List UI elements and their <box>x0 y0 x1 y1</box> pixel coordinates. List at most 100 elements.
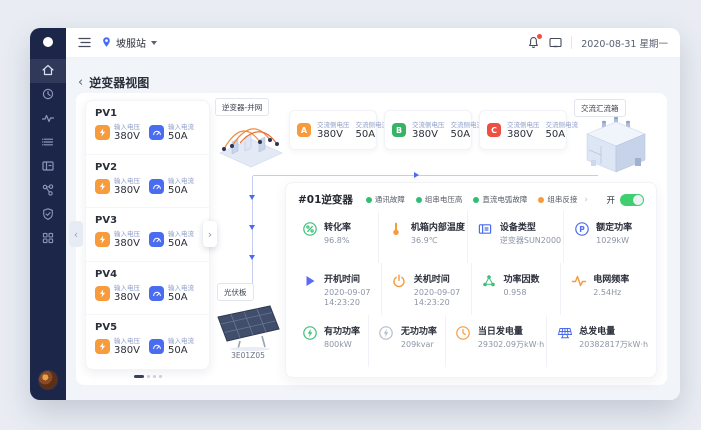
pv-current-value: 50A <box>168 291 188 303</box>
sidebar-item-apps[interactable] <box>30 227 66 251</box>
phase-b-badge: B <box>392 123 406 137</box>
metric-row: 开机时间 2020-09-07 14:23:20 关机时间 2020-09-07 14:… <box>286 263 656 315</box>
detail-header: #01逆变器 通讯故障 组串电压高 直流电弧故障 组串反接 › 开 <box>286 183 656 211</box>
metric-rated-power: P 额定功率 1029kW <box>563 211 650 263</box>
pv-voltage-label: 输入电压 <box>114 283 140 292</box>
metric-title: 电网频率 <box>593 275 630 285</box>
main-content: ‹ 逆变器视图 PV1 输入电压 380V 输入电流 50A PV2 输入电压 … <box>66 58 680 400</box>
sidebar-item-devices[interactable] <box>30 155 66 179</box>
metric-device-type: 设备类型 逆变器SUN2000 <box>466 211 563 263</box>
sidebar-item-home[interactable] <box>30 59 66 83</box>
list-item-pv4[interactable]: PV4 输入电压 380V 输入电流 50A <box>86 262 209 315</box>
metric-shutdown-time: 关机时间 2020-09-07 14:23:20 <box>380 263 471 315</box>
bolt-circle-gray-icon <box>378 324 395 367</box>
notification-badge <box>537 34 543 39</box>
metric-title: 无功功率 <box>400 327 437 337</box>
flow-arrow-down <box>249 195 255 200</box>
hamburger-menu-icon[interactable] <box>78 33 91 52</box>
pv-current-label: 输入电流 <box>168 337 194 345</box>
metric-total-generation: 总发电量 20382817万kW·h <box>546 315 650 367</box>
metric-title: 关机时间 <box>413 275 450 285</box>
status-item: 通讯故障 <box>365 194 405 205</box>
ac-voltage-value: 380V <box>412 128 438 140</box>
metric-title: 机箱内部温度 <box>410 223 465 233</box>
page-dot[interactable] <box>152 375 156 378</box>
svg-text:P: P <box>579 225 585 234</box>
metric-title: 有功功率 <box>324 327 361 337</box>
page-dot[interactable] <box>158 375 162 378</box>
solar-panel-icon <box>556 324 573 367</box>
status-legend: 通讯故障 组串电压高 直流电弧故障 组串反接 <box>365 194 577 205</box>
power-off-icon <box>391 272 408 315</box>
list-item-pv1[interactable]: PV1 输入电压 380V 输入电流 50A <box>86 101 209 155</box>
pv-voltage-value: 380V <box>114 345 140 356</box>
voltage-bolt-icon <box>95 232 110 247</box>
pv-panel-illustration <box>210 303 286 355</box>
ac-voltage-value: 380V <box>507 128 533 140</box>
sidebar-item-list[interactable] <box>30 131 66 155</box>
combiner-box-illustration <box>573 114 659 182</box>
carousel-next-button[interactable]: › <box>203 221 217 247</box>
topbar-right: 2020-08-31 星期一 <box>527 33 668 52</box>
status-label: 通讯故障 <box>374 195 405 204</box>
phase-c-card: C 交流侧电压 380V 交流侧电流 50A <box>479 110 578 150</box>
user-avatar[interactable] <box>38 370 58 390</box>
dc-connection-line <box>252 176 253 294</box>
pv-voltage-value: 380V <box>114 291 140 303</box>
sidebar-item-monitoring[interactable] <box>30 107 66 131</box>
metric-value: 800kW <box>324 340 352 349</box>
pv-name: PV3 <box>95 215 118 226</box>
power-toggle[interactable] <box>620 193 644 206</box>
status-dot-icon <box>415 196 422 203</box>
metric-power-factor: 功率因数 0.958 <box>470 263 561 315</box>
station-selector[interactable]: 坡服站 <box>101 33 157 52</box>
list-item-pv3[interactable]: PV3 输入电压 380V 输入电流 50A <box>86 208 209 262</box>
phase-b-card: B 交流侧电压 380V 交流侧电流 50A <box>384 110 483 150</box>
pv-voltage-value: 380V <box>114 184 140 196</box>
sidebar-item-topology[interactable] <box>30 179 66 203</box>
back-button[interactable]: ‹ <box>78 76 83 89</box>
notification-bell[interactable] <box>527 34 543 49</box>
voltage-bolt-icon <box>95 285 110 301</box>
page-dot-active[interactable] <box>133 375 144 378</box>
legend-more-button[interactable]: › <box>584 195 588 205</box>
pv-name: PV2 <box>95 161 118 173</box>
flow-arrow-right <box>414 171 419 178</box>
metric-startup-time: 开机时间 2020-09-07 14:23:20 <box>292 263 381 315</box>
page-title: 逆变器视图 <box>89 76 150 90</box>
current-gauge-icon <box>149 339 164 354</box>
metric-title: 转化率 <box>324 223 352 233</box>
list-item-pv5[interactable]: PV5 输入电压 380V 输入电流 50A <box>86 315 209 369</box>
status-item: 直流电弧故障 <box>473 194 527 205</box>
metric-reactive-power: 无功功率 209kvar <box>367 315 445 367</box>
ac-voltage-label: 交流侧电压 <box>317 120 350 129</box>
fullscreen-icon[interactable] <box>549 33 562 52</box>
pv-voltage-value: 380V <box>114 238 140 249</box>
sidebar-item-security[interactable] <box>30 203 66 227</box>
toggle-knob <box>633 194 643 205</box>
flow-arrow-down <box>249 225 255 230</box>
metric-value: 0.958 <box>503 288 527 297</box>
carousel-prev-button[interactable]: ‹ <box>69 221 83 247</box>
pv-current-value: 50A <box>168 184 188 196</box>
flow-arrow-down <box>249 255 255 260</box>
sidebar-item-history[interactable] <box>30 83 66 107</box>
metric-active-power: 有功功率 800kW <box>292 315 368 367</box>
inverter-illustration <box>210 115 292 177</box>
pv-voltage-label: 输入电压 <box>114 337 140 345</box>
current-gauge-icon <box>149 125 164 140</box>
metric-conversion-rate: 转化率 96.8% <box>292 211 378 263</box>
pv-voltage-label: 输入电压 <box>114 230 140 238</box>
status-item: 组串反接 <box>538 194 577 205</box>
metric-value: 2.54Hz <box>593 288 622 297</box>
layout-icon <box>41 158 55 177</box>
clock-circle-icon <box>455 324 472 367</box>
inverter-title: #01逆变器 <box>298 194 353 206</box>
list-item-pv2[interactable]: PV2 输入电压 380V 输入电流 50A <box>86 155 209 208</box>
pv-panel-label: 光伏板 <box>217 283 254 301</box>
combiner-box-label: 交流汇流箱 <box>574 99 626 117</box>
page-dot[interactable] <box>146 375 150 378</box>
metric-title: 额定功率 <box>596 223 633 233</box>
app-logo <box>43 37 53 47</box>
voltage-bolt-icon <box>95 178 110 194</box>
